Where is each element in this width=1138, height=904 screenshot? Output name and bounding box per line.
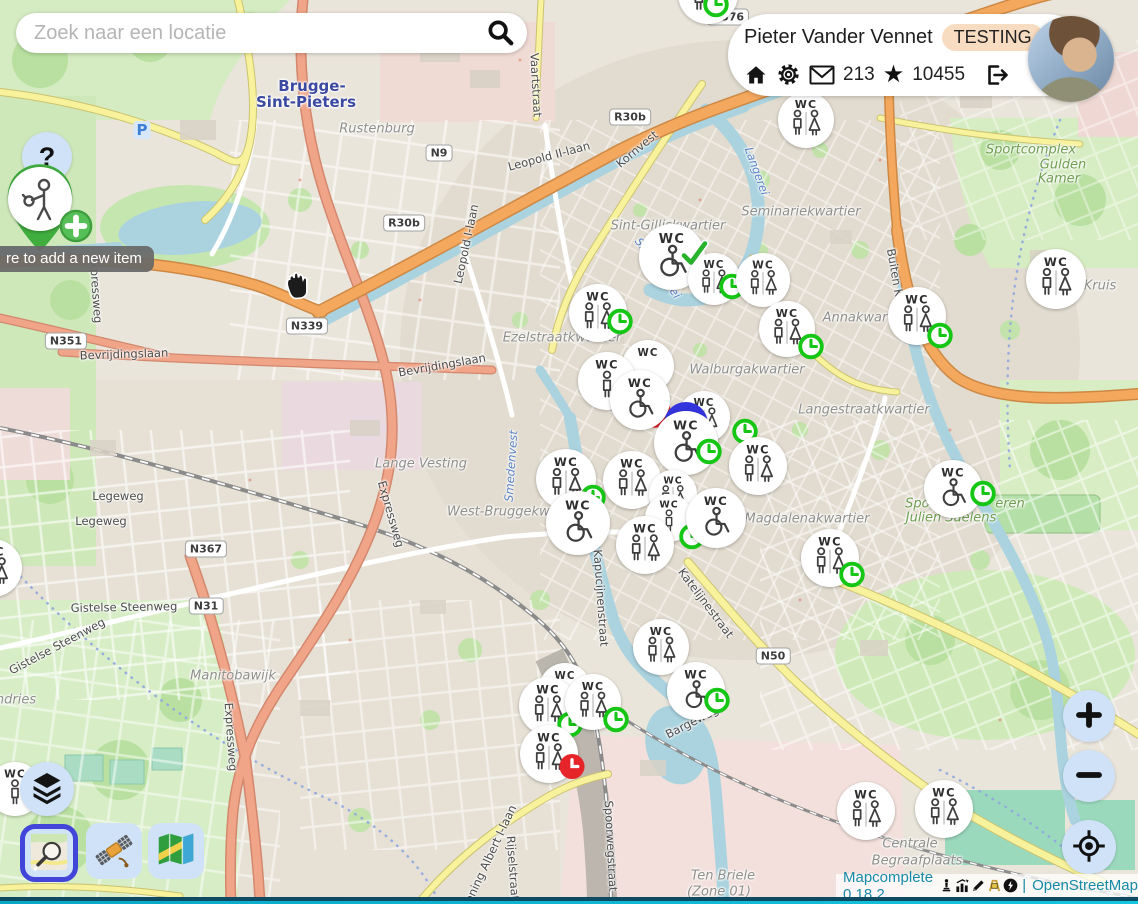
attribution-separator: | xyxy=(1022,877,1026,894)
logout-icon[interactable] xyxy=(983,63,1009,87)
star-icon: ★ xyxy=(883,64,905,86)
add-item-tooltip: re to add a new item xyxy=(0,246,154,272)
search-input[interactable] xyxy=(32,21,483,46)
geolocate-button[interactable] xyxy=(1062,820,1116,874)
openstreetmap-link[interactable]: OpenStreetMap xyxy=(1032,877,1138,894)
map-viewport: P Brugge-Sint-PietersRustenburgSint-Gill… xyxy=(0,0,1138,904)
statistics-icon[interactable] xyxy=(955,878,970,893)
changesets-count: 10455 xyxy=(912,64,965,86)
contributor-statue-icon[interactable] xyxy=(939,878,954,893)
plus-icon xyxy=(1069,695,1109,738)
user-avatar[interactable] xyxy=(1028,16,1114,102)
zoom-out-button[interactable] xyxy=(1063,750,1115,802)
circle-bolt-icon[interactable] xyxy=(1003,878,1018,893)
search-icon xyxy=(485,17,515,50)
settings-gear-icon[interactable] xyxy=(776,62,801,87)
folded-map-icon xyxy=(156,830,196,873)
satellite-icon xyxy=(93,829,135,874)
user-mode-badge: TESTING xyxy=(942,24,1044,51)
user-name[interactable]: Pieter Vander Vennet xyxy=(744,26,933,49)
osm-carto-icon xyxy=(29,832,69,875)
add-new-item-pin[interactable] xyxy=(0,158,100,258)
search-bar[interactable] xyxy=(16,13,527,53)
crosshair-icon xyxy=(1068,825,1110,870)
search-button[interactable] xyxy=(483,15,517,52)
messages-icon[interactable] xyxy=(809,65,835,85)
add-plus-icon xyxy=(59,209,93,243)
home-icon[interactable] xyxy=(744,63,768,87)
layers-button[interactable] xyxy=(20,762,74,816)
minus-icon xyxy=(1069,755,1109,798)
background-satellite-button[interactable] xyxy=(86,823,142,879)
hand-cursor-icon xyxy=(280,267,316,303)
attribution-bar: Mapcomplete 0.18.2 xyxy=(836,874,1138,897)
edit-pencil-icon[interactable] xyxy=(971,878,986,893)
background-map-button[interactable] xyxy=(148,823,204,879)
messages-count: 213 xyxy=(843,64,875,86)
layers-icon xyxy=(28,769,66,810)
zoom-in-button[interactable] xyxy=(1063,690,1115,742)
theme-toilets-icon[interactable] xyxy=(987,878,1002,893)
background-osm-carto-button[interactable] xyxy=(20,824,78,882)
